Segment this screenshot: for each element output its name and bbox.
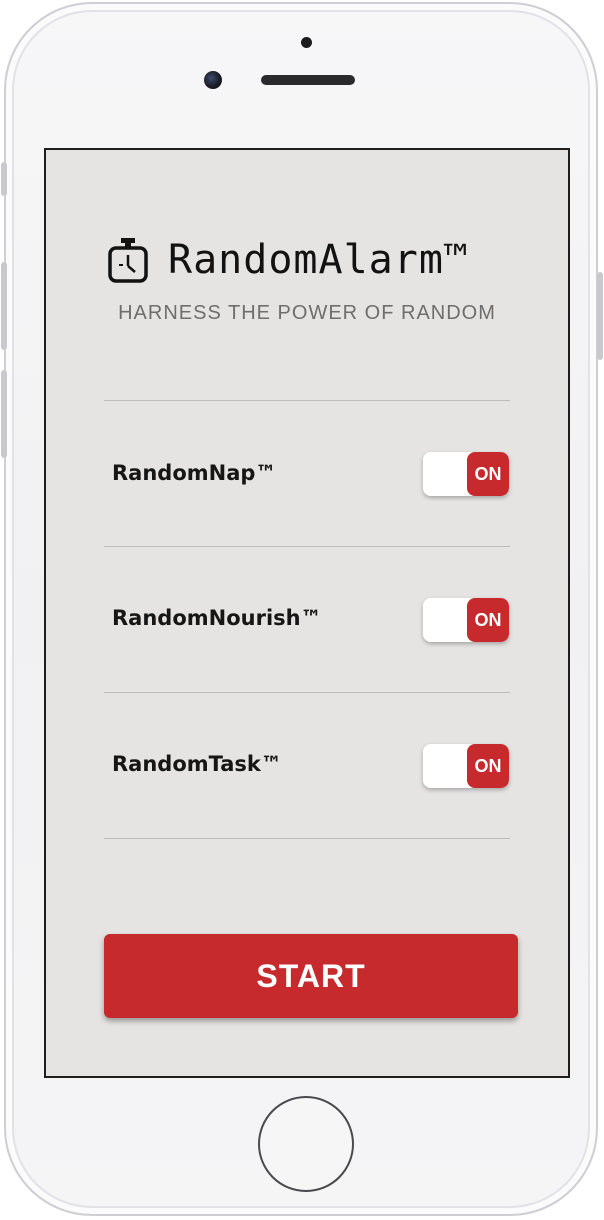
home-button[interactable] <box>258 1096 354 1192</box>
toggle-state-label: ON <box>467 744 509 788</box>
setting-label-randomtask: RandomTask™ <box>112 752 282 776</box>
toggle-knob <box>423 452 467 496</box>
divider <box>104 838 510 839</box>
divider <box>104 400 510 401</box>
earpiece-speaker <box>261 75 355 85</box>
randomnap-toggle[interactable]: ON <box>423 452 509 496</box>
front-camera <box>204 71 222 89</box>
power-button <box>597 272 603 360</box>
toggle-knob <box>423 598 467 642</box>
proximity-sensor <box>301 37 312 48</box>
toggle-state-label: ON <box>467 598 509 642</box>
app-tagline: HARNESS THE POWER OF RANDOM <box>118 302 496 324</box>
randomnourish-toggle[interactable]: ON <box>423 598 509 642</box>
setting-label-randomnourish: RandomNourish™ <box>112 606 322 630</box>
stopwatch-icon <box>108 238 148 283</box>
app-header: RandomAlarm™ <box>106 236 469 284</box>
randomtask-toggle[interactable]: ON <box>423 744 509 788</box>
app-screen: RandomAlarm™ HARNESS THE POWER OF RANDOM… <box>44 148 570 1078</box>
toggle-knob <box>423 744 467 788</box>
mute-switch <box>1 162 7 196</box>
setting-label-randomnap: RandomNap™ <box>112 461 277 485</box>
volume-up-button <box>1 262 7 350</box>
phone-frame: RandomAlarm™ HARNESS THE POWER OF RANDOM… <box>1 2 603 1216</box>
volume-down-button <box>1 370 7 458</box>
divider <box>104 546 510 547</box>
app-title: RandomAlarm™ <box>168 237 469 283</box>
toggle-state-label: ON <box>467 452 509 496</box>
divider <box>104 692 510 693</box>
start-button[interactable]: START <box>104 934 518 1018</box>
